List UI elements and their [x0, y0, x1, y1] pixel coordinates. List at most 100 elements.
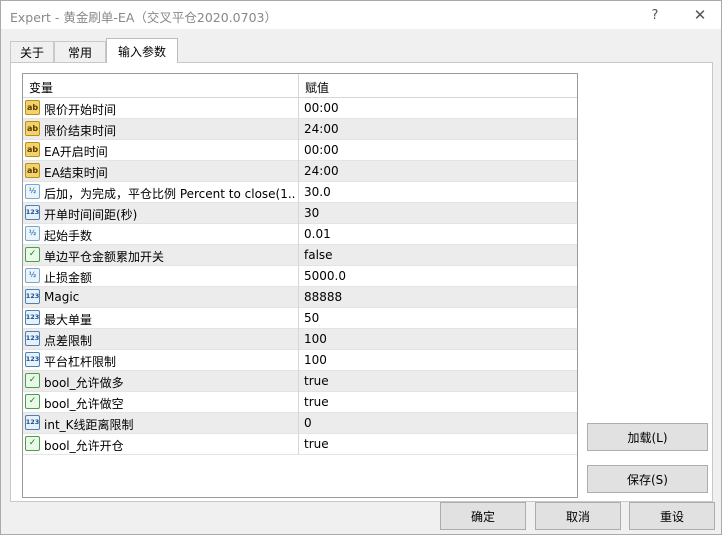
variable-value[interactable]: false — [304, 248, 333, 262]
reset-button[interactable]: 重设 — [629, 502, 715, 530]
cell-divider — [298, 371, 299, 392]
table-row[interactable]: ½ 后加，为完成，平仓比例 Percent to close(1... 30.0 — [23, 182, 577, 203]
cell-divider — [298, 119, 299, 140]
variable-name: bool_允许做空 — [44, 397, 124, 411]
table-row[interactable]: 123 开单时间间距(秒) 30 — [23, 203, 577, 224]
variable-name: int_K线距离限制 — [44, 418, 134, 432]
string-type-icon: ab — [25, 121, 40, 136]
variable-name: 点差限制 — [44, 334, 93, 348]
tab-about[interactable]: 关于 — [10, 41, 54, 63]
window-title: Expert - 黄金刷单-EA（交叉平仓2020.0703） — [10, 10, 277, 25]
table-row[interactable]: ✓ 单边平仓金额累加开关 false — [23, 245, 577, 266]
variable-value[interactable]: 00:00 — [304, 143, 339, 157]
table-row[interactable]: 123 int_K线距离限制 0 — [23, 413, 577, 434]
variable-value[interactable]: 00:00 — [304, 101, 339, 115]
cell-divider — [298, 392, 299, 413]
integer-type-icon: 123 — [25, 331, 40, 346]
table-row[interactable]: 123 Magic 88888 — [23, 287, 577, 308]
variable-name: 单边平仓金额累加开关 — [44, 250, 165, 264]
variable-name: 平台杠杆限制 — [44, 355, 117, 369]
table-row[interactable]: ab EA开启时间 00:00 — [23, 140, 577, 161]
bool-type-icon: ✓ — [25, 373, 40, 388]
string-type-icon: ab — [25, 100, 40, 115]
column-header-value[interactable]: 赋值 — [305, 79, 329, 96]
integer-type-icon: 123 — [25, 205, 40, 220]
table-row[interactable]: 123 最大单量 50 — [23, 308, 577, 329]
variable-value[interactable]: true — [304, 437, 329, 451]
cell-divider — [298, 287, 299, 308]
bool-type-icon: ✓ — [25, 394, 40, 409]
cell-divider — [298, 308, 299, 329]
tab-common[interactable]: 常用 — [54, 41, 106, 63]
variable-name: Magic — [44, 290, 80, 304]
table-row[interactable]: 123 点差限制 100 — [23, 329, 577, 350]
save-button[interactable]: 保存(S) — [587, 465, 708, 493]
cell-divider — [298, 140, 299, 161]
table-row[interactable]: ab 限价开始时间 00:00 — [23, 98, 577, 119]
cell-divider — [298, 203, 299, 224]
variable-value[interactable]: 0 — [304, 416, 312, 430]
variable-name: 止损金额 — [44, 271, 93, 285]
bool-type-icon: ✓ — [25, 436, 40, 451]
integer-type-icon: 123 — [25, 352, 40, 367]
double-type-icon: ½ — [25, 184, 40, 199]
variable-name: 限价结束时间 — [44, 124, 117, 138]
inputs-grid: 变量 赋值 ab 限价开始时间 00:00 ab 限价结束时间 24:00 ab EA开启时间… — [22, 73, 578, 498]
variable-value[interactable]: 30 — [304, 206, 319, 220]
variable-name: bool_允许做多 — [44, 376, 124, 390]
variable-value[interactable]: true — [304, 374, 329, 388]
variable-value[interactable]: 100 — [304, 332, 327, 346]
cell-divider — [298, 350, 299, 371]
cell-divider — [298, 161, 299, 182]
help-icon[interactable]: ? — [633, 1, 677, 29]
cancel-button[interactable]: 取消 — [535, 502, 621, 530]
variable-value[interactable]: 88888 — [304, 290, 342, 304]
column-header-variable[interactable]: 变量 — [29, 79, 53, 96]
variable-value[interactable]: 24:00 — [304, 164, 339, 178]
integer-type-icon: 123 — [25, 289, 40, 304]
variable-value[interactable]: 0.01 — [304, 227, 331, 241]
grid-rows: ab 限价开始时间 00:00 ab 限价结束时间 24:00 ab EA开启时间 00:00 a… — [23, 98, 577, 455]
load-button[interactable]: 加载(L) — [587, 423, 708, 451]
variable-name: 最大单量 — [44, 313, 93, 327]
variable-name: EA开启时间 — [44, 145, 108, 159]
variable-value[interactable]: 24:00 — [304, 122, 339, 136]
variable-name: 起始手数 — [44, 229, 93, 243]
variable-value[interactable]: 100 — [304, 353, 327, 367]
table-row[interactable]: ✓ bool_允许做空 true — [23, 392, 577, 413]
cell-divider — [298, 434, 299, 455]
double-type-icon: ½ — [25, 268, 40, 283]
table-row[interactable]: 123 平台杠杆限制 100 — [23, 350, 577, 371]
variable-value[interactable]: 30.0 — [304, 185, 331, 199]
variable-value[interactable]: true — [304, 395, 329, 409]
string-type-icon: ab — [25, 142, 40, 157]
double-type-icon: ½ — [25, 226, 40, 241]
table-row[interactable]: ½ 止损金额 5000.0 — [23, 266, 577, 287]
variable-name: 限价开始时间 — [44, 103, 117, 117]
title-bar: Expert - 黄金刷单-EA（交叉平仓2020.0703） ? ✕ — [1, 1, 721, 29]
bool-type-icon: ✓ — [25, 247, 40, 262]
table-row[interactable]: ab 限价结束时间 24:00 — [23, 119, 577, 140]
variable-name: 后加，为完成，平仓比例 Percent to close(1... — [44, 187, 296, 201]
cell-divider — [298, 182, 299, 203]
variable-value[interactable]: 50 — [304, 311, 319, 325]
string-type-icon: ab — [25, 163, 40, 178]
variable-value[interactable]: 5000.0 — [304, 269, 346, 283]
table-row[interactable]: ½ 起始手数 0.01 — [23, 224, 577, 245]
integer-type-icon: 123 — [25, 415, 40, 430]
ok-button[interactable]: 确定 — [440, 502, 526, 530]
table-row[interactable]: ✓ bool_允许做多 true — [23, 371, 577, 392]
cell-divider — [298, 245, 299, 266]
table-row[interactable]: ✓ bool_允许开仓 true — [23, 434, 577, 455]
grid-header: 变量 赋值 — [23, 74, 577, 98]
close-icon[interactable]: ✕ — [678, 1, 722, 29]
variable-name: EA结束时间 — [44, 166, 108, 180]
variable-name: bool_允许开仓 — [44, 439, 124, 453]
table-row[interactable]: ab EA结束时间 24:00 — [23, 161, 577, 182]
expert-properties-dialog: Expert - 黄金刷单-EA（交叉平仓2020.0703） ? ✕ 关于 常… — [0, 0, 722, 535]
integer-type-icon: 123 — [25, 310, 40, 325]
column-divider[interactable] — [298, 74, 299, 98]
tab-inputs[interactable]: 输入参数 — [106, 38, 178, 63]
cell-divider — [298, 413, 299, 434]
cell-divider — [298, 224, 299, 245]
